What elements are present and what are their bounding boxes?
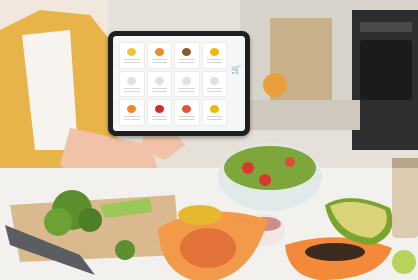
product-grid: [119, 42, 227, 126]
product-text-line: [151, 62, 167, 63]
greens: [115, 240, 135, 260]
product-text-line: [206, 59, 222, 60]
product-text-line: [151, 116, 167, 118]
product-tile[interactable]: [174, 70, 200, 98]
product-text-line: [151, 119, 167, 121]
product-image: [154, 48, 164, 56]
product-text-line: [151, 59, 167, 60]
product-tile[interactable]: [119, 99, 145, 126]
product-text-line: [179, 62, 195, 63]
broccoli-floret: [44, 208, 72, 236]
product-image: [154, 76, 164, 85]
product-text-line: [124, 59, 140, 60]
pumpkin: [263, 73, 287, 97]
product-image: [154, 105, 164, 114]
product-tile[interactable]: [146, 70, 172, 98]
product-tile[interactable]: [119, 70, 145, 98]
back-counter: [240, 100, 360, 130]
product-text-line: [206, 116, 222, 118]
product-text-line: [179, 87, 195, 89]
product-image: [182, 105, 192, 114]
passion-fruit: [178, 205, 222, 225]
product-text-line: [206, 119, 222, 121]
product-image: [209, 76, 219, 85]
oven-panel: [360, 22, 412, 32]
product-text-line: [124, 87, 140, 89]
product-text-line: [179, 59, 195, 60]
papaya-seeds: [305, 243, 365, 261]
tomato: [285, 157, 295, 167]
product-text-line: [179, 116, 195, 118]
product-tile[interactable]: [119, 42, 145, 69]
papaya-core: [180, 228, 236, 268]
product-text-line: [179, 119, 195, 121]
tablet-screen[interactable]: 🛒: [113, 36, 245, 131]
product-tile[interactable]: [174, 42, 200, 69]
salad: [224, 146, 316, 190]
product-tile[interactable]: [146, 99, 172, 126]
nut-jar: [392, 158, 418, 238]
product-image: [182, 76, 192, 85]
product-text-line: [179, 90, 195, 92]
product-image: [209, 48, 219, 56]
product-image: [127, 76, 137, 85]
product-text-line: [206, 87, 222, 89]
tomato: [259, 174, 271, 186]
product-tile[interactable]: [174, 99, 200, 126]
product-text-line: [124, 116, 140, 118]
cart-icon[interactable]: 🛒: [231, 66, 241, 74]
product-text-line: [151, 87, 167, 89]
kitchen-scene: 🛒: [0, 0, 418, 280]
product-text-line: [124, 90, 140, 92]
tomato: [242, 162, 254, 174]
oven-window: [360, 40, 412, 100]
product-text-line: [151, 90, 167, 92]
product-text-line: [124, 119, 140, 121]
broccoli-floret: [78, 208, 102, 232]
product-tile[interactable]: [201, 70, 227, 98]
product-tile[interactable]: [201, 42, 227, 69]
product-text-line: [206, 62, 222, 63]
product-text-line: [206, 90, 222, 92]
lime: [392, 250, 416, 274]
product-tile[interactable]: [146, 42, 172, 69]
tablet: 🛒: [108, 31, 250, 136]
jar-lid: [392, 158, 418, 168]
product-tile[interactable]: [201, 99, 227, 126]
product-image: [182, 48, 192, 56]
product-image: [127, 48, 137, 56]
product-image: [209, 105, 219, 114]
product-text-line: [124, 62, 140, 63]
product-image: [127, 105, 137, 114]
